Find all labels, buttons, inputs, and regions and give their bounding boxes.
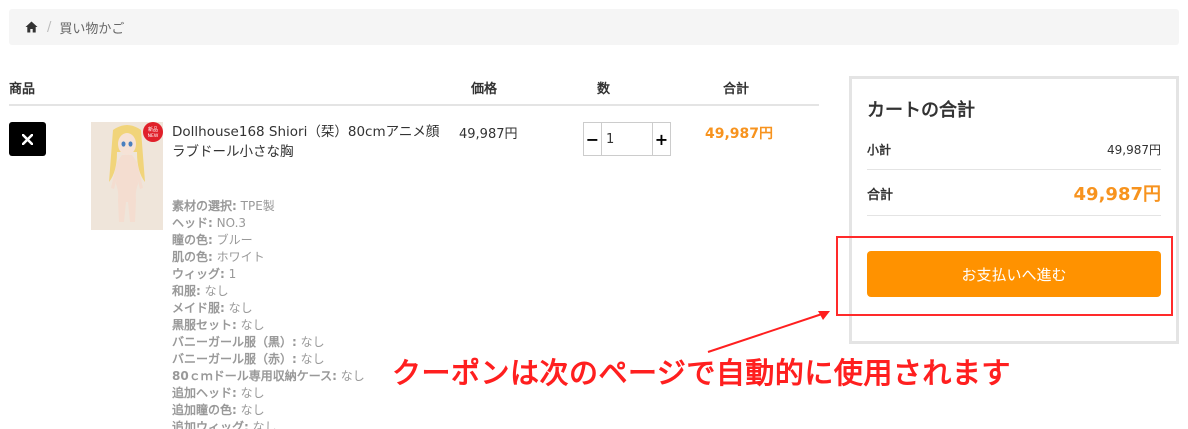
attribute-key: ヘッド: xyxy=(172,216,213,230)
attribute-line: ウィッグ: 1 xyxy=(172,266,365,283)
attribute-value: なし xyxy=(252,420,277,429)
total-label: 合計 xyxy=(867,187,894,203)
attribute-value: なし xyxy=(300,335,325,349)
attribute-line: 追加ウィッグ: なし xyxy=(172,419,365,429)
quantity-input[interactable] xyxy=(602,123,652,155)
cart-totals-panel: カートの合計 小計 49,987円 合計 49,987円 お支払いへ進む xyxy=(849,76,1179,344)
header-total: 合計 xyxy=(723,82,750,97)
attribute-line: バニーガール服（赤）: なし xyxy=(172,351,365,368)
attribute-key: バニーガール服（黒）: xyxy=(172,335,297,349)
home-icon[interactable] xyxy=(25,21,38,33)
attribute-key: バニーガール服（赤）: xyxy=(172,352,297,366)
attribute-line: 肌の色: ホワイト xyxy=(172,249,365,266)
attribute-key: 80ｃｍドール専用収納ケース: xyxy=(172,369,337,383)
attribute-value: なし xyxy=(340,369,365,383)
qty-increase-button[interactable]: + xyxy=(652,123,670,155)
attribute-value: 1 xyxy=(228,267,237,281)
product-image: 新品 NEW xyxy=(91,122,163,230)
new-badge: 新品 xyxy=(148,126,158,133)
close-icon xyxy=(22,133,33,145)
attribute-line: 追加瞳の色: なし xyxy=(172,402,365,419)
attribute-value: なし xyxy=(300,352,325,366)
product-thumbnail[interactable]: 新品 NEW xyxy=(91,122,163,230)
subtotal-value: 49,987円 xyxy=(1107,143,1161,157)
total-row: 合計 49,987円 xyxy=(867,171,1161,216)
proceed-to-checkout-button[interactable]: お支払いへ進む xyxy=(867,251,1161,297)
attribute-value: ブルー xyxy=(216,233,253,247)
attribute-value: なし xyxy=(204,284,229,298)
attribute-key: 瞳の色: xyxy=(172,233,213,247)
subtotal-label: 小計 xyxy=(867,143,892,157)
attribute-line: 80ｃｍドール専用収納ケース: なし xyxy=(172,368,365,385)
attribute-value: TPE製 xyxy=(240,199,275,213)
attribute-key: メイド服: xyxy=(172,301,225,315)
attribute-key: 和服: xyxy=(172,284,201,298)
breadcrumb: / 買い物かご xyxy=(9,9,1179,45)
header-quantity: 数 xyxy=(597,82,611,97)
header-product: 商品 xyxy=(9,82,36,97)
attribute-value: なし xyxy=(240,318,265,332)
svg-text:NEW: NEW xyxy=(148,133,159,139)
attribute-value: なし xyxy=(240,386,265,400)
attribute-value: ホワイト xyxy=(216,250,265,264)
line-total: 49,987円 xyxy=(705,126,774,142)
attribute-value: NO.3 xyxy=(216,216,247,230)
breadcrumb-current: 買い物かご xyxy=(59,21,125,37)
attribute-line: 瞳の色: ブルー xyxy=(172,232,365,249)
attribute-key: 黒服セット: xyxy=(172,318,237,332)
item-price: 49,987円 xyxy=(459,127,518,142)
product-attributes: 素材の選択: TPE製 ヘッド: NO.3 瞳の色: ブルー 肌の色: ホワイト ウィッ… xyxy=(172,198,365,429)
attribute-line: 素材の選択: TPE製 xyxy=(172,198,365,215)
quantity-stepper: − + xyxy=(583,122,671,156)
breadcrumb-separator: / xyxy=(47,19,52,35)
attribute-key: 追加瞳の色: xyxy=(172,403,237,417)
cart-totals-title: カートの合計 xyxy=(867,100,975,121)
coupon-note: クーポンは次のページで自動的に使用されます xyxy=(392,356,1011,390)
attribute-key: 追加ヘッド: xyxy=(172,386,237,400)
attribute-key: 肌の色: xyxy=(172,250,213,264)
remove-item-button[interactable] xyxy=(9,122,46,156)
total-value: 49,987円 xyxy=(1073,184,1161,205)
attribute-line: 黒服セット: なし xyxy=(172,317,365,334)
qty-decrease-button[interactable]: − xyxy=(584,123,602,155)
attribute-line: バニーガール服（黒）: なし xyxy=(172,334,365,351)
header-price: 価格 xyxy=(471,82,498,97)
table-header: 商品 価格 数 合計 xyxy=(9,70,819,106)
attribute-line: ヘッド: NO.3 xyxy=(172,215,365,232)
attribute-line: 追加ヘッド: なし xyxy=(172,385,365,402)
subtotal-row: 小計 49,987円 xyxy=(867,130,1161,170)
attribute-value: なし xyxy=(240,403,265,417)
attribute-line: 和服: なし xyxy=(172,283,365,300)
product-name-link[interactable]: Dollhouse168 Shiori（栞）80cmアニメ顔ラブドール小さな胸 xyxy=(172,122,452,162)
attribute-value: なし xyxy=(228,301,253,315)
attribute-key: 追加ウィッグ: xyxy=(172,420,249,429)
attribute-line: メイド服: なし xyxy=(172,300,365,317)
attribute-key: ウィッグ: xyxy=(172,267,225,281)
attribute-key: 素材の選択: xyxy=(172,199,237,213)
